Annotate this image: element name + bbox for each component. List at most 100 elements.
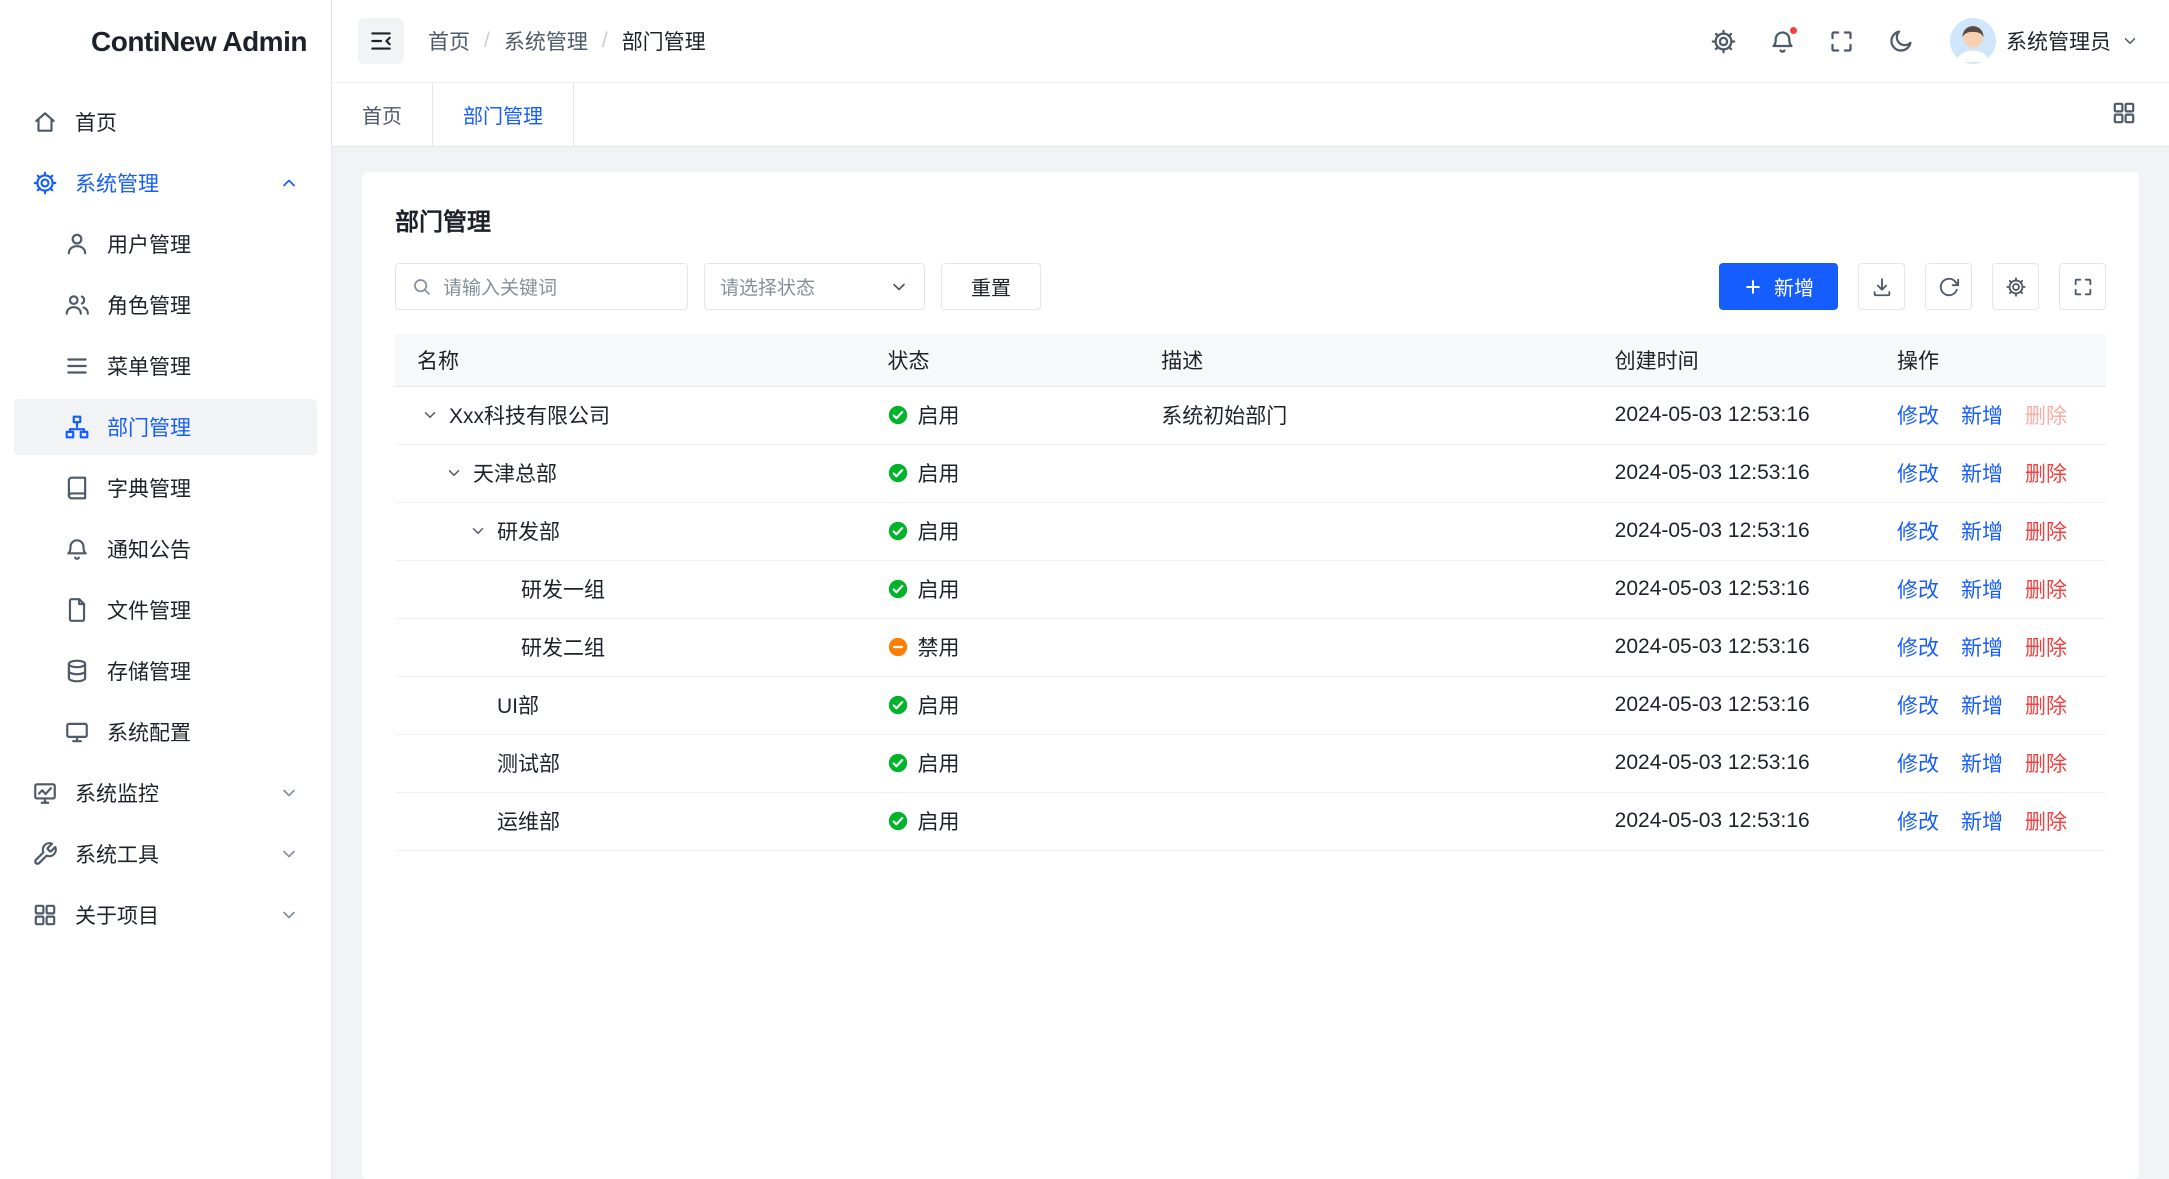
export-button[interactable] bbox=[1858, 263, 1905, 310]
sidebar-item-dict-management[interactable]: 字典管理 bbox=[14, 460, 317, 516]
breadcrumb-item[interactable]: 首页 bbox=[428, 26, 470, 56]
sidebar-item-user-management[interactable]: 用户管理 bbox=[14, 216, 317, 272]
add-link[interactable]: 新增 bbox=[1961, 748, 2003, 778]
add-link[interactable]: 新增 bbox=[1961, 632, 2003, 662]
tab-home[interactable]: 首页 bbox=[332, 83, 433, 146]
department-name: Xxx科技有限公司 bbox=[449, 400, 610, 430]
breadcrumb-separator: / bbox=[484, 29, 490, 53]
department-description bbox=[1139, 734, 1592, 792]
edit-link[interactable]: 修改 bbox=[1897, 400, 1939, 430]
keyword-search-input[interactable]: 请输入关键词 bbox=[395, 263, 688, 310]
app-logo[interactable]: ContiNew Admin bbox=[0, 0, 331, 83]
status-select[interactable]: 请选择状态 bbox=[704, 263, 925, 310]
delete-link[interactable]: 删除 bbox=[2025, 516, 2067, 546]
expand-icon bbox=[2072, 276, 2094, 298]
status-label: 启用 bbox=[918, 458, 960, 488]
breadcrumb-item[interactable]: 部门管理 bbox=[622, 26, 706, 56]
notification-badge bbox=[1788, 25, 1799, 36]
breadcrumb-item[interactable]: 系统管理 bbox=[504, 26, 588, 56]
breadcrumb-separator: / bbox=[602, 29, 608, 53]
add-link[interactable]: 新增 bbox=[1961, 458, 2003, 488]
department-name: UI部 bbox=[497, 690, 539, 720]
created-time: 2024-05-03 12:53:16 bbox=[1593, 386, 1875, 444]
add-link[interactable]: 新增 bbox=[1961, 690, 2003, 720]
gear-icon bbox=[1710, 28, 1737, 55]
sidebar-item-about-project[interactable]: 关于项目 bbox=[14, 887, 317, 943]
delete-link[interactable]: 删除 bbox=[2025, 748, 2067, 778]
fullscreen-button[interactable] bbox=[1828, 28, 1855, 55]
table-row: 天津总部启用2024-05-03 12:53:16修改新增删除 bbox=[395, 444, 2106, 502]
edit-link[interactable]: 修改 bbox=[1897, 574, 1939, 604]
reset-button[interactable]: 重置 bbox=[941, 263, 1041, 310]
sidebar-item-label: 通知公告 bbox=[107, 534, 191, 564]
dark-mode-button[interactable] bbox=[1887, 28, 1914, 55]
edit-link[interactable]: 修改 bbox=[1897, 632, 1939, 662]
add-button[interactable]: 新增 bbox=[1719, 263, 1838, 310]
delete-link[interactable]: 删除 bbox=[2025, 806, 2067, 836]
menu-fold-icon bbox=[368, 28, 394, 54]
expand-toggle[interactable] bbox=[441, 460, 467, 486]
monitor-icon bbox=[64, 719, 90, 745]
wrench-icon bbox=[32, 841, 58, 867]
table-fullscreen-button[interactable] bbox=[2059, 263, 2106, 310]
column-header: 描述 bbox=[1139, 334, 1592, 386]
expand-toggle bbox=[465, 692, 491, 718]
status-label: 启用 bbox=[918, 400, 960, 430]
settings-button[interactable] bbox=[1710, 28, 1737, 55]
sidebar-item-label: 关于项目 bbox=[75, 900, 159, 930]
department-card: 部门管理 请输入关键词 请选择状态 重置 新增 bbox=[362, 172, 2139, 1179]
bell-icon bbox=[64, 536, 90, 562]
edit-link[interactable]: 修改 bbox=[1897, 806, 1939, 836]
created-time: 2024-05-03 12:53:16 bbox=[1593, 618, 1875, 676]
department-name: 测试部 bbox=[497, 748, 560, 778]
sidebar-item-home[interactable]: 首页 bbox=[14, 94, 317, 150]
column-header: 名称 bbox=[395, 334, 866, 386]
delete-link[interactable]: 删除 bbox=[2025, 690, 2067, 720]
check-circle-icon bbox=[888, 579, 908, 599]
sidebar-item-system-management[interactable]: 系统管理 bbox=[14, 155, 317, 211]
expand-toggle[interactable] bbox=[465, 518, 491, 544]
add-link[interactable]: 新增 bbox=[1961, 806, 2003, 836]
sidebar-item-system-config[interactable]: 系统配置 bbox=[14, 704, 317, 760]
sidebar-collapse-button[interactable] bbox=[358, 18, 404, 64]
edit-link[interactable]: 修改 bbox=[1897, 458, 1939, 488]
page-title: 部门管理 bbox=[395, 172, 2106, 263]
column-header: 操作 bbox=[1875, 334, 2106, 386]
chevron-down-icon bbox=[279, 783, 299, 803]
expand-toggle[interactable] bbox=[417, 402, 443, 428]
sidebar-item-storage-management[interactable]: 存储管理 bbox=[14, 643, 317, 699]
sidebar-item-role-management[interactable]: 角色管理 bbox=[14, 277, 317, 333]
tab-department-management[interactable]: 部门管理 bbox=[433, 83, 574, 146]
edit-link[interactable]: 修改 bbox=[1897, 690, 1939, 720]
delete-link[interactable]: 删除 bbox=[2025, 574, 2067, 604]
delete-link[interactable]: 删除 bbox=[2025, 632, 2067, 662]
add-link[interactable]: 新增 bbox=[1961, 574, 2003, 604]
sidebar-item-notice-announcement[interactable]: 通知公告 bbox=[14, 521, 317, 577]
sidebar-item-file-management[interactable]: 文件管理 bbox=[14, 582, 317, 638]
table-row: 研发二组禁用2024-05-03 12:53:16修改新增删除 bbox=[395, 618, 2106, 676]
main-area: 首页 / 系统管理 / 部门管理 系统管理员 bbox=[332, 0, 2169, 1179]
table-header-row: 名称状态描述创建时间操作 bbox=[395, 334, 2106, 386]
chevron-down-icon bbox=[279, 844, 299, 864]
tab-options-button[interactable] bbox=[2111, 100, 2141, 130]
sidebar-item-menu-management[interactable]: 菜单管理 bbox=[14, 338, 317, 394]
sidebar-item-system-monitor[interactable]: 系统监控 bbox=[14, 765, 317, 821]
add-link[interactable]: 新增 bbox=[1961, 516, 2003, 546]
add-link[interactable]: 新增 bbox=[1961, 400, 2003, 430]
refresh-button[interactable] bbox=[1925, 263, 1972, 310]
check-circle-icon bbox=[888, 695, 908, 715]
user-menu[interactable]: 系统管理员 bbox=[1950, 18, 2139, 64]
sidebar-item-label: 系统管理 bbox=[75, 168, 159, 198]
delete-link[interactable]: 删除 bbox=[2025, 458, 2067, 488]
sidebar-item-system-tools[interactable]: 系统工具 bbox=[14, 826, 317, 882]
department-description bbox=[1139, 502, 1592, 560]
sidebar-item-department-management[interactable]: 部门管理 bbox=[14, 399, 317, 455]
toolbar-right: 新增 bbox=[1719, 263, 2106, 310]
edit-link[interactable]: 修改 bbox=[1897, 516, 1939, 546]
sidebar-item-label: 系统配置 bbox=[107, 717, 191, 747]
column-settings-button[interactable] bbox=[1992, 263, 2039, 310]
notifications-button[interactable] bbox=[1769, 28, 1796, 55]
edit-link[interactable]: 修改 bbox=[1897, 748, 1939, 778]
minus-circle-icon bbox=[888, 637, 908, 657]
chevron-up-icon bbox=[279, 173, 299, 193]
